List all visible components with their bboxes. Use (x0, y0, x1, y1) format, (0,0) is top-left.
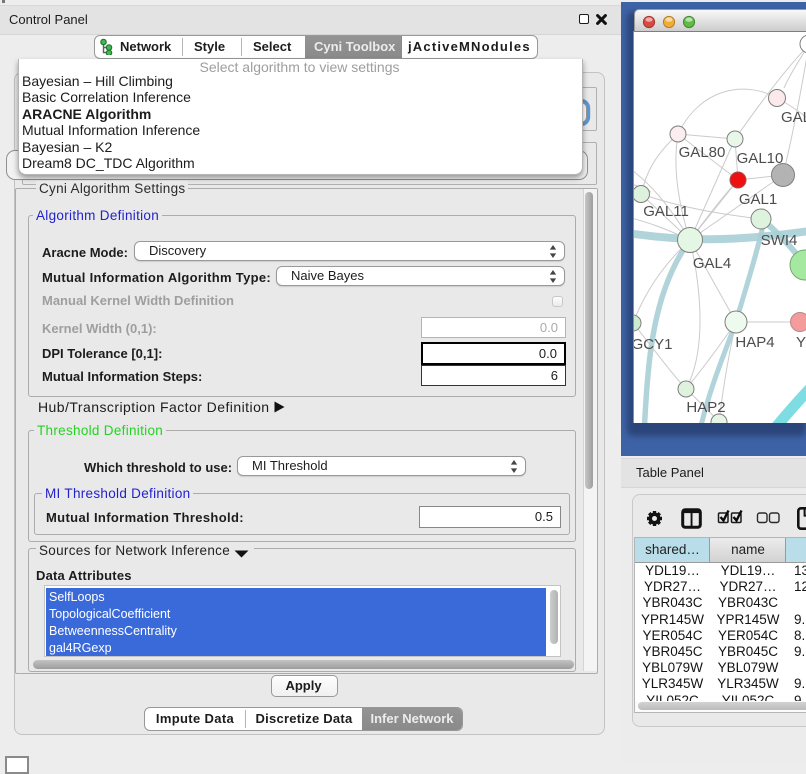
svg-text:GAL1: GAL1 (739, 191, 777, 208)
svg-text:HAP4: HAP4 (735, 334, 774, 351)
svg-text:GAL4: GAL4 (693, 255, 731, 272)
svg-text:Y: Y (796, 334, 806, 351)
svg-text:GAL80: GAL80 (679, 144, 726, 161)
svg-text:GAL10: GAL10 (737, 150, 784, 167)
svg-text:SWI4: SWI4 (761, 232, 798, 249)
svg-text:GAL11: GAL11 (643, 203, 689, 220)
svg-text:HAP2: HAP2 (686, 399, 725, 416)
svg-text:GCY1: GCY1 (634, 336, 672, 353)
svg-text:GAL7: GAL7 (781, 109, 806, 126)
